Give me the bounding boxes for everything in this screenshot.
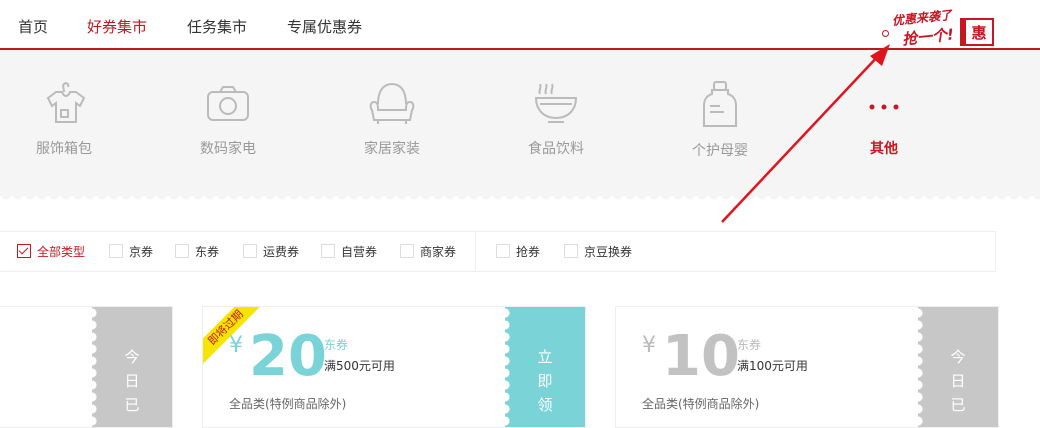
- filter-shipping-coupon[interactable]: 运费券: [243, 244, 299, 260]
- checkbox-icon: [175, 244, 189, 258]
- nav-coupon-market[interactable]: 好券集市: [87, 17, 147, 37]
- stub-text: 今日已: [124, 348, 140, 414]
- coupon-stub-received[interactable]: 今日已: [913, 307, 998, 427]
- promo-logo[interactable]: 优惠来袭了 抢一个! 惠: [882, 8, 998, 49]
- checkbox-icon: [564, 244, 578, 258]
- nav-exclusive-coupons[interactable]: 专属优惠券: [287, 17, 362, 37]
- filter-label: 商家券: [420, 245, 457, 259]
- filter-dong-coupon[interactable]: 东券: [175, 244, 219, 260]
- checkbox-icon: [496, 244, 510, 258]
- nav-home[interactable]: 首页: [18, 17, 48, 37]
- coupon-scope: 全品类(特例商品除外): [229, 397, 347, 411]
- top-navigation: 首页 好券集市 任务集市 专属优惠券 优惠来袭了 抢一个! 惠: [0, 0, 1040, 50]
- logo-badge: 惠: [960, 18, 994, 46]
- nav-task-market[interactable]: 任务集市: [187, 17, 247, 37]
- category-label: 服饰箱包: [36, 141, 92, 157]
- checkbox-icon: [109, 244, 123, 258]
- coupon-card: 即将过期 ¥ 20 东券 满500元可用 全品类(特例商品除外) 立即领: [202, 306, 586, 428]
- coupon-filter-bar: 全部类型 京券 东券 运费券 自营券 商家券 抢券 京豆换券: [0, 231, 996, 272]
- currency-symbol: ¥: [642, 333, 656, 358]
- category-label: 家居家装: [364, 141, 420, 157]
- coupon-claim-button[interactable]: 立即领: [500, 307, 585, 427]
- category-food[interactable]: 食品饮料: [496, 80, 616, 158]
- filter-divider: [475, 232, 476, 272]
- filter-self-operated-coupon[interactable]: 自营券: [321, 244, 377, 260]
- bottle-icon: [703, 81, 737, 127]
- filter-label: 自营券: [341, 245, 378, 259]
- stub-text: 立即领: [537, 348, 553, 414]
- category-home[interactable]: 家居家装: [332, 80, 452, 158]
- coupon-stub-received[interactable]: 今日已: [87, 307, 172, 427]
- checkbox-icon: [400, 244, 414, 258]
- coupon-card: 今日已: [0, 306, 173, 428]
- category-clothing[interactable]: 服饰箱包: [4, 80, 124, 158]
- filter-jd-coupon[interactable]: 京券: [109, 244, 153, 260]
- filter-label: 抢券: [516, 245, 541, 259]
- category-band: 服饰箱包 数码家电 家居家装 食品饮料 个护母婴 其他: [0, 50, 1040, 202]
- coupon-card: ¥ 10 东券 满100元可用 全品类(特例商品除外) 今日已: [615, 306, 999, 428]
- filter-label: 京券: [129, 245, 154, 259]
- category-label: 其他: [870, 141, 898, 157]
- filter-label: 京豆换券: [584, 245, 633, 259]
- filter-label: 东券: [195, 245, 220, 259]
- filter-grab-coupon[interactable]: 抢券: [496, 244, 540, 260]
- filter-all-types[interactable]: 全部类型: [17, 244, 85, 260]
- shirt-icon: [46, 82, 86, 123]
- category-label: 数码家电: [200, 141, 256, 157]
- category-digital[interactable]: 数码家电: [168, 80, 288, 158]
- coupon-condition: 满500元可用: [324, 359, 395, 373]
- coupon-amount: 20: [249, 324, 327, 389]
- bowl-icon: [534, 83, 578, 123]
- checkbox-checked-icon: [17, 244, 31, 258]
- stub-text: 今日已: [950, 348, 966, 414]
- category-personal-care[interactable]: 个护母婴: [660, 80, 780, 160]
- category-other[interactable]: 其他: [824, 80, 944, 158]
- filter-merchant-coupon[interactable]: 商家券: [400, 244, 456, 260]
- coupon-condition: 满100元可用: [737, 359, 808, 373]
- coupon-type: 东券: [737, 338, 762, 352]
- filter-jingdou-exchange[interactable]: 京豆换券: [564, 244, 632, 260]
- category-label: 个护母婴: [692, 143, 748, 159]
- currency-symbol: ¥: [229, 333, 243, 358]
- category-label: 食品饮料: [528, 141, 584, 157]
- checkbox-icon: [321, 244, 335, 258]
- coupon-amount: 10: [662, 324, 740, 389]
- coupon-type: 东券: [324, 338, 349, 352]
- filter-label: 全部类型: [37, 245, 86, 259]
- logo-dot: [882, 30, 889, 37]
- logo-line2: 抢一个!: [901, 25, 955, 49]
- camera-icon: [207, 86, 249, 121]
- coupon-scope: 全品类(特例商品除外): [642, 397, 760, 411]
- sofa-icon: [369, 82, 415, 124]
- more-dots-icon: [869, 104, 899, 110]
- filter-label: 运费券: [263, 245, 300, 259]
- checkbox-icon: [243, 244, 257, 258]
